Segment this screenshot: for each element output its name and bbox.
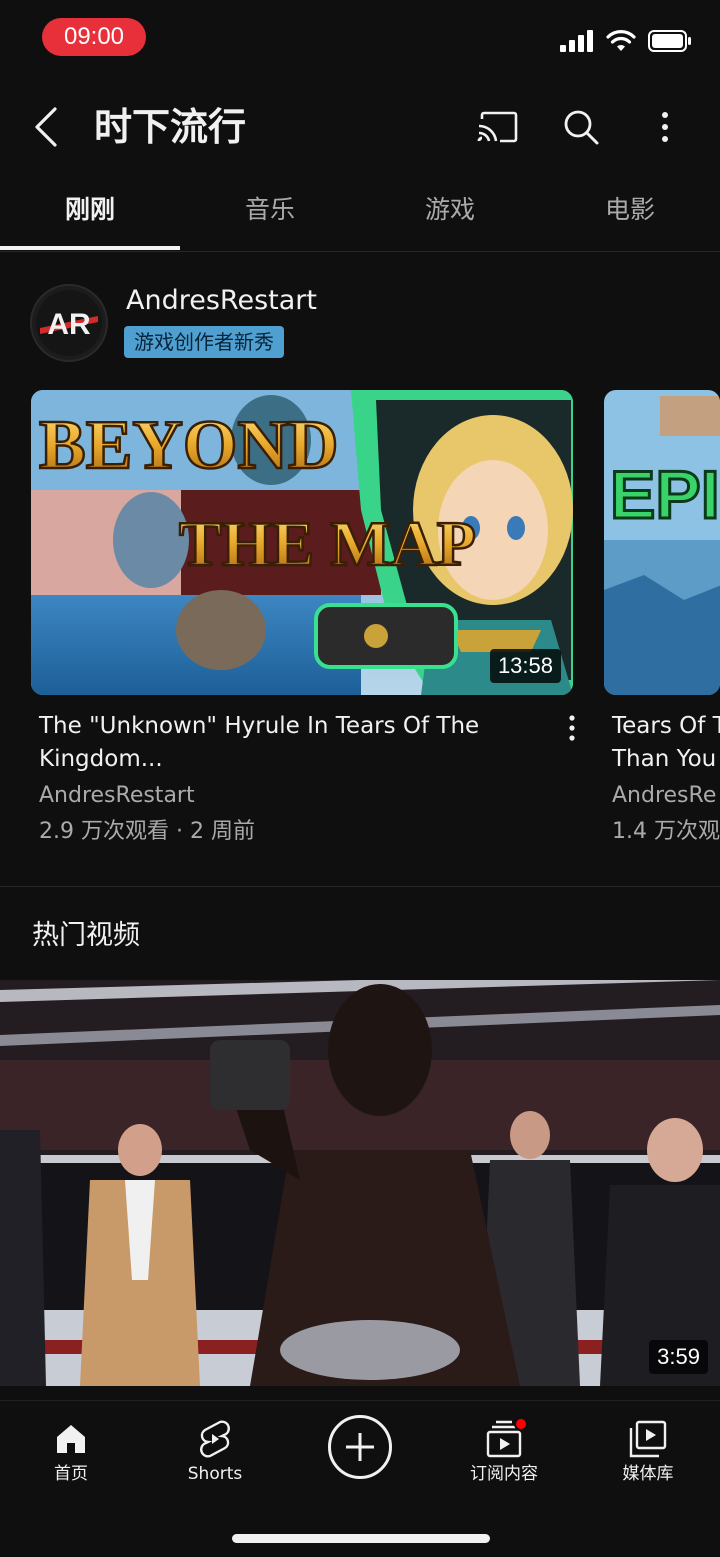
cast-icon: [477, 111, 518, 143]
app-bar: 时下流行: [0, 88, 720, 168]
cast-button[interactable]: [474, 104, 520, 150]
shorts-icon: [200, 1420, 230, 1458]
nav-label: 首页: [54, 1464, 88, 1484]
back-button[interactable]: [24, 102, 68, 152]
video-card[interactable]: BEYOND THE MAP 13:58 The "Unknown" Hyrul…: [31, 390, 575, 844]
tab-gaming[interactable]: 游戏: [360, 180, 540, 240]
chevron-left-icon: [35, 107, 57, 147]
signal-bars-icon: [560, 30, 594, 56]
video-duration: 13:58: [489, 649, 561, 683]
tab-now[interactable]: 刚刚: [0, 180, 180, 240]
avatar-text: AR: [47, 308, 91, 341]
video-card[interactable]: EPI Tears Of T Than You AndresRe 1.4 万次观: [604, 390, 720, 870]
nav-label: Shorts: [187, 1464, 243, 1484]
status-bar: 09:00: [0, 0, 720, 80]
creator-badge: 游戏创作者新秀: [124, 326, 284, 358]
category-tabs: 刚刚 音乐 游戏 电影: [0, 180, 720, 252]
trending-video-thumbnail[interactable]: 3:59: [0, 980, 720, 1386]
notification-dot: [514, 1417, 528, 1431]
video-thumbnail[interactable]: BEYOND THE MAP 13:58: [31, 390, 573, 695]
page-title: 时下流行: [94, 105, 247, 149]
section-divider: [0, 886, 720, 887]
video-thumbnail[interactable]: EPI: [604, 390, 720, 695]
search-icon: [564, 110, 599, 145]
channel-avatar[interactable]: AR: [30, 284, 108, 362]
video-duration: 3:59: [649, 1340, 708, 1374]
create-button[interactable]: [328, 1415, 392, 1479]
more-options-button[interactable]: [642, 104, 688, 150]
video-title[interactable]: The "Unknown" Hyrule In Tears Of The Kin…: [39, 710, 519, 776]
video-channel[interactable]: AndresRestart: [39, 781, 195, 811]
active-tab-indicator: [0, 246, 180, 250]
nav-subscriptions[interactable]: 订阅内容: [444, 1415, 564, 1495]
battery-icon: [648, 30, 692, 56]
creator-spotlight-header[interactable]: AR AndresRestart 游戏创作者新秀: [30, 284, 710, 364]
video-more-button[interactable]: [557, 712, 587, 744]
tab-movies[interactable]: 电影: [540, 180, 720, 240]
nav-library[interactable]: 媒体库: [588, 1415, 708, 1495]
video-title-text: Tears Of T Than You: [612, 713, 720, 772]
video-meta: 1.4 万次观: [612, 819, 720, 844]
more-vertical-icon: [662, 112, 668, 142]
status-time: 09:00: [42, 18, 146, 56]
video-channel[interactable]: AndresRe: [612, 781, 716, 811]
more-vertical-icon: [569, 715, 575, 741]
video-title[interactable]: Tears Of T Than You: [612, 710, 720, 776]
nav-label: 订阅内容: [470, 1464, 538, 1484]
nav-home[interactable]: 首页: [11, 1415, 131, 1495]
wifi-icon: [606, 30, 636, 56]
section-title: 热门视频: [32, 920, 140, 951]
status-icons: [560, 28, 692, 58]
thumbnail-title-bottom: THE MAP: [179, 508, 476, 579]
tab-music[interactable]: 音乐: [180, 180, 360, 240]
video-meta: 2.9 万次观看 · 2 周前: [39, 819, 255, 844]
search-button[interactable]: [558, 104, 604, 150]
channel-name[interactable]: AndresRestart: [126, 284, 317, 318]
nav-shorts[interactable]: Shorts: [155, 1415, 275, 1495]
thumbnail-title: EPI: [610, 457, 720, 533]
library-icon: [629, 1420, 667, 1458]
thumbnail-title-top: BEYOND: [39, 407, 338, 484]
home-indicator[interactable]: [232, 1534, 490, 1543]
plus-circle-icon: [346, 1433, 374, 1461]
nav-label: 媒体库: [622, 1464, 674, 1484]
home-icon: [57, 1425, 85, 1453]
